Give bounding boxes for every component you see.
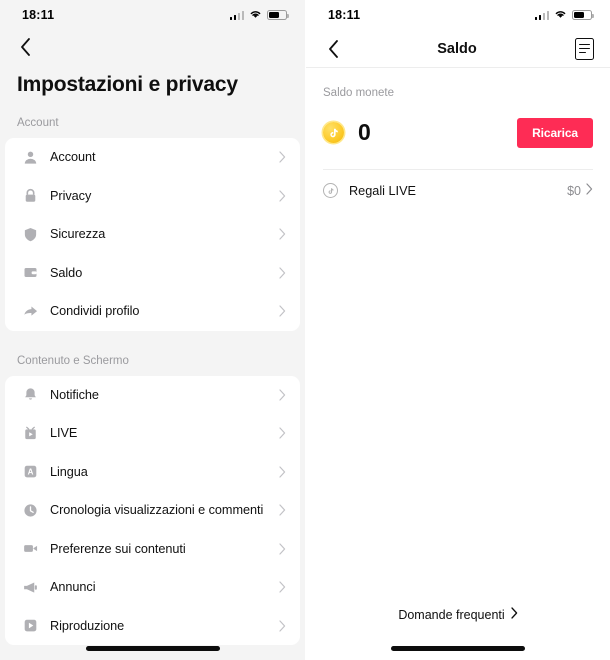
status-time: 18:11: [22, 8, 55, 22]
coin-balance-row: 0 Ricarica: [306, 99, 610, 155]
settings-card-contenuto: Notifiche LIVE A Lingua Cronologia visua…: [5, 375, 300, 646]
chevron-right-icon: [276, 620, 288, 632]
megaphone-icon: [22, 579, 39, 596]
sidebar-item-label: Preferenze sui contenuti: [50, 541, 186, 556]
section-label-account: Account: [17, 117, 59, 129]
chevron-left-icon: [328, 39, 338, 58]
status-bar-right: 18:11: [306, 0, 610, 30]
faq-label: Domande frequenti: [398, 607, 505, 622]
chevron-right-icon: [276, 190, 288, 202]
recharge-button[interactable]: Ricarica: [517, 117, 593, 148]
sidebar-item-sicurezza[interactable]: Sicurezza: [5, 215, 300, 254]
sidebar-item-live[interactable]: LIVE: [5, 414, 300, 453]
transaction-history-icon[interactable]: [575, 37, 594, 60]
sidebar-item-account[interactable]: Account: [5, 138, 300, 177]
sidebar-item-lingua[interactable]: A Lingua: [5, 453, 300, 492]
sidebar-item-riproduzione[interactable]: Riproduzione: [5, 607, 300, 646]
sidebar-item-label: Notifiche: [50, 387, 99, 402]
chevron-right-icon: [276, 543, 288, 555]
chevron-right-icon: [276, 581, 288, 593]
chevron-right-icon: [276, 228, 288, 240]
chevron-right-icon: [511, 607, 518, 622]
gift-value: $0: [567, 183, 581, 198]
chevron-right-icon: [276, 389, 288, 401]
wifi-icon: [249, 6, 262, 24]
chevron-right-icon: [276, 504, 288, 516]
cellular-signal-icon: [534, 10, 549, 20]
nav-bar-right: Saldo: [306, 30, 610, 68]
lock-icon: [22, 187, 39, 204]
play-icon: [22, 617, 39, 634]
sidebar-item-label: Sicurezza: [50, 227, 106, 242]
list-item-label: Regali LIVE: [349, 183, 416, 198]
share-icon: [22, 303, 39, 320]
coin-balance-value: 0: [358, 119, 371, 145]
status-icons: [229, 6, 289, 24]
wallet-icon: [22, 264, 39, 281]
sidebar-item-condividi-profilo[interactable]: Condividi profilo: [5, 292, 300, 331]
clock-icon: [22, 502, 39, 519]
chevron-right-icon: [276, 427, 288, 439]
status-time: 18:11: [328, 8, 361, 22]
battery-icon: [572, 9, 594, 21]
sidebar-item-label: Privacy: [50, 188, 92, 203]
settings-card-account: Account Privacy Sicurezza Saldo Condivid…: [5, 138, 300, 331]
sidebar-item-label: Annunci: [50, 580, 96, 595]
sidebar-item-label: Saldo: [50, 265, 83, 280]
status-bar-left: 18:11: [0, 0, 305, 30]
saldo-screen: 18:11 Saldo Saldo monete 0 Ricarica Rega…: [305, 0, 610, 660]
tiktok-coin-icon: [323, 122, 344, 143]
sidebar-item-annunci[interactable]: Annunci: [5, 568, 300, 607]
chevron-right-icon: [586, 182, 593, 200]
sidebar-item-cronologia[interactable]: Cronologia visualizzazioni e commenti: [5, 491, 300, 530]
section-label-contenuto: Contenuto e Schermo: [17, 354, 129, 367]
language-icon: A: [22, 463, 39, 480]
sidebar-item-notifiche[interactable]: Notifiche: [5, 376, 300, 415]
sidebar-item-label: Account: [50, 150, 96, 165]
shield-icon: [22, 226, 39, 243]
sidebar-item-label: Lingua: [50, 464, 88, 479]
chevron-right-icon: [276, 267, 288, 279]
sidebar-item-privacy[interactable]: Privacy: [5, 177, 300, 216]
dual-screenshot-container: 18:11 Impostazioni e privacy Account Acc…: [0, 0, 610, 660]
svg-text:A: A: [28, 468, 34, 477]
list-item-regali-live[interactable]: Regali LIVE $0: [306, 170, 610, 211]
chevron-left-icon: [20, 38, 30, 56]
nav-bar-left: [0, 30, 305, 64]
sidebar-item-label: Condividi profilo: [50, 304, 140, 319]
sidebar-item-label: LIVE: [50, 426, 78, 441]
sidebar-item-saldo[interactable]: Saldo: [5, 254, 300, 293]
tiktok-note-circle-icon: [323, 183, 338, 198]
chevron-right-icon: [276, 151, 288, 163]
page-title: Saldo: [437, 40, 477, 57]
page-title: Impostazioni e privacy: [17, 73, 238, 96]
sidebar-item-preferenze-contenuti[interactable]: Preferenze sui contenuti: [5, 530, 300, 569]
status-icons: [534, 6, 594, 24]
faq-link[interactable]: Domande frequenti: [306, 607, 610, 622]
video-icon: [22, 540, 39, 557]
battery-icon: [267, 9, 289, 21]
settings-screen: 18:11 Impostazioni e privacy Account Acc…: [0, 0, 305, 660]
live-icon: [22, 425, 39, 442]
back-button[interactable]: [320, 36, 346, 62]
chevron-right-icon: [276, 305, 288, 317]
home-indicator-right: [391, 646, 525, 651]
cellular-signal-icon: [229, 10, 244, 20]
wifi-icon: [554, 6, 567, 24]
bell-icon: [22, 386, 39, 403]
sidebar-item-label: Riproduzione: [50, 618, 125, 633]
home-indicator-left: [85, 646, 220, 651]
back-button[interactable]: [12, 34, 38, 60]
sidebar-item-label: Cronologia visualizzazioni e commenti: [50, 503, 264, 518]
person-icon: [22, 149, 39, 166]
chevron-right-icon: [276, 466, 288, 478]
coin-balance-label: Saldo monete: [323, 87, 394, 99]
